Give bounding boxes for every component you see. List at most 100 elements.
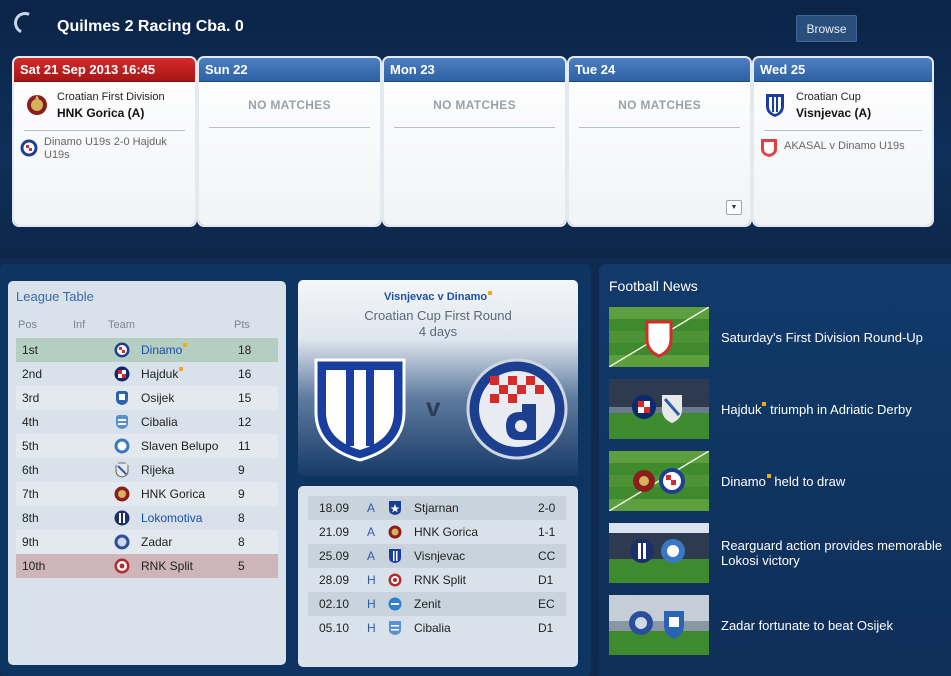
news-thumbnail — [609, 307, 709, 367]
col-pts: Pts — [234, 319, 250, 331]
table-row[interactable]: 5th Slaven Belupo 11 — [16, 434, 278, 458]
next-match-competition: Croatian Cup First Round — [364, 308, 512, 323]
fixture-venue: H — [367, 597, 376, 611]
calendar-day-mon-23[interactable]: Mon 23 NO MATCHES — [384, 58, 565, 225]
latest-result-title: Quilmes 2 Racing Cba. 0 — [57, 18, 244, 35]
table-row[interactable]: 4th Cibalia 12 — [16, 410, 278, 434]
calendar-day-tue-24[interactable]: Tue 24 NO MATCHES — [569, 58, 750, 225]
news-headline[interactable]: Hajduk triumph in Adriatic Derby — [721, 379, 946, 439]
day-header: Sat 21 Sep 2013 16:45 — [14, 58, 195, 82]
league-table-title[interactable]: League Table — [16, 289, 94, 304]
row-pos: 9th — [22, 535, 39, 549]
other-match-label[interactable]: Dinamo U19s 2-0 Hajduk U19s — [44, 136, 184, 162]
news-item[interactable]: Hajduk triumph in Adriatic Derby — [609, 379, 949, 439]
fixture-date: 05.10 — [319, 621, 350, 635]
rnk-split-crest-icon — [388, 573, 402, 587]
fixture-team[interactable]: RNK Split — [414, 573, 466, 587]
row-team[interactable]: Slaven Belupo — [141, 439, 218, 453]
table-row[interactable]: 8th Lokomotiva 8 — [16, 506, 278, 530]
stjarnan-crest-icon — [389, 501, 401, 515]
news-headline[interactable]: Zadar fortunate to beat Osijek — [721, 595, 946, 655]
fixture-team[interactable]: Stjarnan — [414, 501, 459, 515]
row-pos: 4th — [22, 415, 39, 429]
fixture-date: 18.09 — [319, 501, 350, 515]
fixture-team[interactable]: HNK Gorica — [414, 525, 478, 539]
table-row[interactable]: 3rd Osijek 15 — [16, 386, 278, 410]
news-headline[interactable]: Dinamo held to draw — [721, 451, 946, 511]
fixture-venue: A — [367, 549, 376, 563]
fixture-result: CC — [538, 549, 556, 563]
table-row[interactable]: 7th HNK Gorica 9 — [16, 482, 278, 506]
news-item[interactable]: Dinamo held to draw — [609, 451, 949, 511]
table-row[interactable]: 9th Zadar 8 — [16, 530, 278, 554]
zenit-crest-icon — [388, 597, 402, 611]
akasal-crest-icon — [761, 139, 777, 157]
table-row[interactable]: 2nd Hajduk 16 — [16, 362, 278, 386]
fixture-row[interactable]: 02.10 H Zenit EC — [308, 592, 566, 616]
row-pts: 12 — [238, 415, 252, 429]
fixture-row[interactable]: 25.09 A Visnjevac CC — [308, 544, 566, 568]
fixture-result: 1-1 — [538, 525, 556, 539]
calendar-day-sat-21[interactable]: Sat 21 Sep 2013 16:45 Croatian First Div… — [14, 58, 195, 225]
day-header: Tue 24 — [569, 58, 750, 82]
fixture-venue: A — [367, 525, 376, 539]
expand-dropdown-button[interactable]: ▼ — [726, 200, 742, 215]
row-pts: 15 — [238, 391, 252, 405]
fixture-venue: H — [367, 573, 376, 587]
row-team[interactable]: RNK Split — [141, 559, 193, 573]
next-match-fixture[interactable]: Visnjevac v Dinamo — [298, 291, 578, 303]
row-pos: 10th — [22, 559, 46, 573]
day-header: Sun 22 — [199, 58, 380, 82]
news-item[interactable]: Rearguard action provides memorable Loko… — [609, 523, 949, 583]
star-icon — [488, 291, 493, 295]
row-pts: 11 — [238, 439, 251, 453]
fixture-row[interactable]: 21.09 A HNK Gorica 1-1 — [308, 520, 566, 544]
day-header: Mon 23 — [384, 58, 565, 82]
lokomotiva-crest-icon — [114, 510, 130, 526]
table-row[interactable]: 6th Rijeka 9 — [16, 458, 278, 482]
fixture-team[interactable]: Visnjevac — [414, 549, 465, 563]
fixture-row[interactable]: 28.09 H RNK Split D1 — [308, 568, 566, 592]
opponent-label[interactable]: Visnjevac (A) — [796, 106, 871, 120]
fixture-result: EC — [538, 597, 555, 611]
fixture-row[interactable]: 18.09 A Stjarnan 2-0 — [308, 496, 566, 520]
competition-label: Croatian First Division — [57, 91, 165, 103]
fixture-venue: A — [367, 501, 376, 515]
row-pos: 5th — [22, 439, 39, 453]
browse-button[interactable]: Browse — [796, 15, 857, 42]
col-team: Team — [108, 319, 135, 331]
table-row[interactable]: 10th RNK Split 5 — [16, 554, 278, 578]
fixture-team[interactable]: Cibalia — [414, 621, 451, 635]
row-pos: 1st — [22, 343, 39, 357]
other-match-label[interactable]: AKASAL v Dinamo U19s — [784, 140, 924, 153]
row-team[interactable]: Lokomotiva — [141, 511, 202, 525]
news-headline[interactable]: Saturday's First Division Round-Up — [721, 307, 946, 367]
fixture-team[interactable]: Zenit — [414, 597, 441, 611]
row-team[interactable]: Dinamo — [141, 343, 182, 357]
fixture-row[interactable]: 05.10 H Cibalia D1 — [308, 616, 566, 640]
no-matches-label: NO MATCHES — [248, 98, 331, 112]
news-item[interactable]: Saturday's First Division Round-Up — [609, 307, 949, 367]
no-matches-label: NO MATCHES — [618, 98, 701, 112]
row-team[interactable]: Rijeka — [141, 463, 174, 477]
row-pos: 8th — [22, 511, 39, 525]
row-team[interactable]: HNK Gorica — [141, 487, 205, 501]
news-headline[interactable]: Rearguard action provides memorable Loko… — [721, 523, 946, 583]
row-team[interactable]: Cibalia — [141, 415, 178, 429]
row-team[interactable]: Osijek — [141, 391, 174, 405]
row-pts: 5 — [238, 559, 245, 573]
table-row[interactable]: 1st Dinamo 18 — [16, 338, 278, 362]
row-team[interactable]: Zadar — [141, 535, 172, 549]
fixture-result: D1 — [538, 621, 554, 635]
divider — [764, 130, 922, 131]
news-item[interactable]: Zadar fortunate to beat Osijek — [609, 595, 949, 655]
row-team[interactable]: Hajduk — [141, 367, 178, 381]
news-title[interactable]: Football News — [609, 278, 698, 294]
calendar-day-wed-25[interactable]: Wed 25 Croatian Cup Visnjevac (A) AKASAL… — [754, 58, 932, 225]
fixture-venue: H — [367, 621, 376, 635]
row-pts: 8 — [238, 535, 245, 549]
opponent-label[interactable]: HNK Gorica (A) — [57, 106, 144, 120]
calendar-day-sun-22[interactable]: Sun 22 NO MATCHES — [199, 58, 380, 225]
next-match-panel[interactable]: Visnjevac v Dinamo Croatian Cup First Ro… — [298, 280, 578, 476]
row-pts: 9 — [238, 463, 245, 477]
